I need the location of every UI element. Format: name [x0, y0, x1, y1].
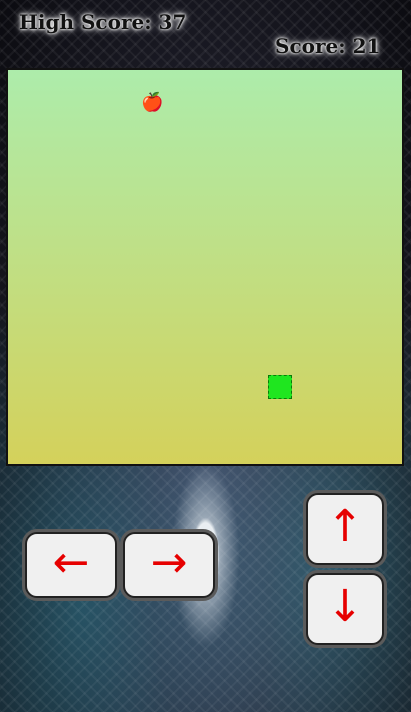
- game-board[interactable]: 🍎: [6, 68, 404, 466]
- score-label: Score: 21: [275, 34, 381, 58]
- left-arrow-button[interactable]: ←: [25, 532, 117, 598]
- up-arrow-button[interactable]: ↑: [306, 493, 384, 565]
- snake-head: [268, 375, 292, 399]
- apple-icon: 🍎: [141, 92, 164, 113]
- down-arrow-button[interactable]: ↓: [306, 573, 384, 645]
- right-arrow-button[interactable]: →: [123, 532, 215, 598]
- high-score-label: High Score: 37: [19, 10, 187, 34]
